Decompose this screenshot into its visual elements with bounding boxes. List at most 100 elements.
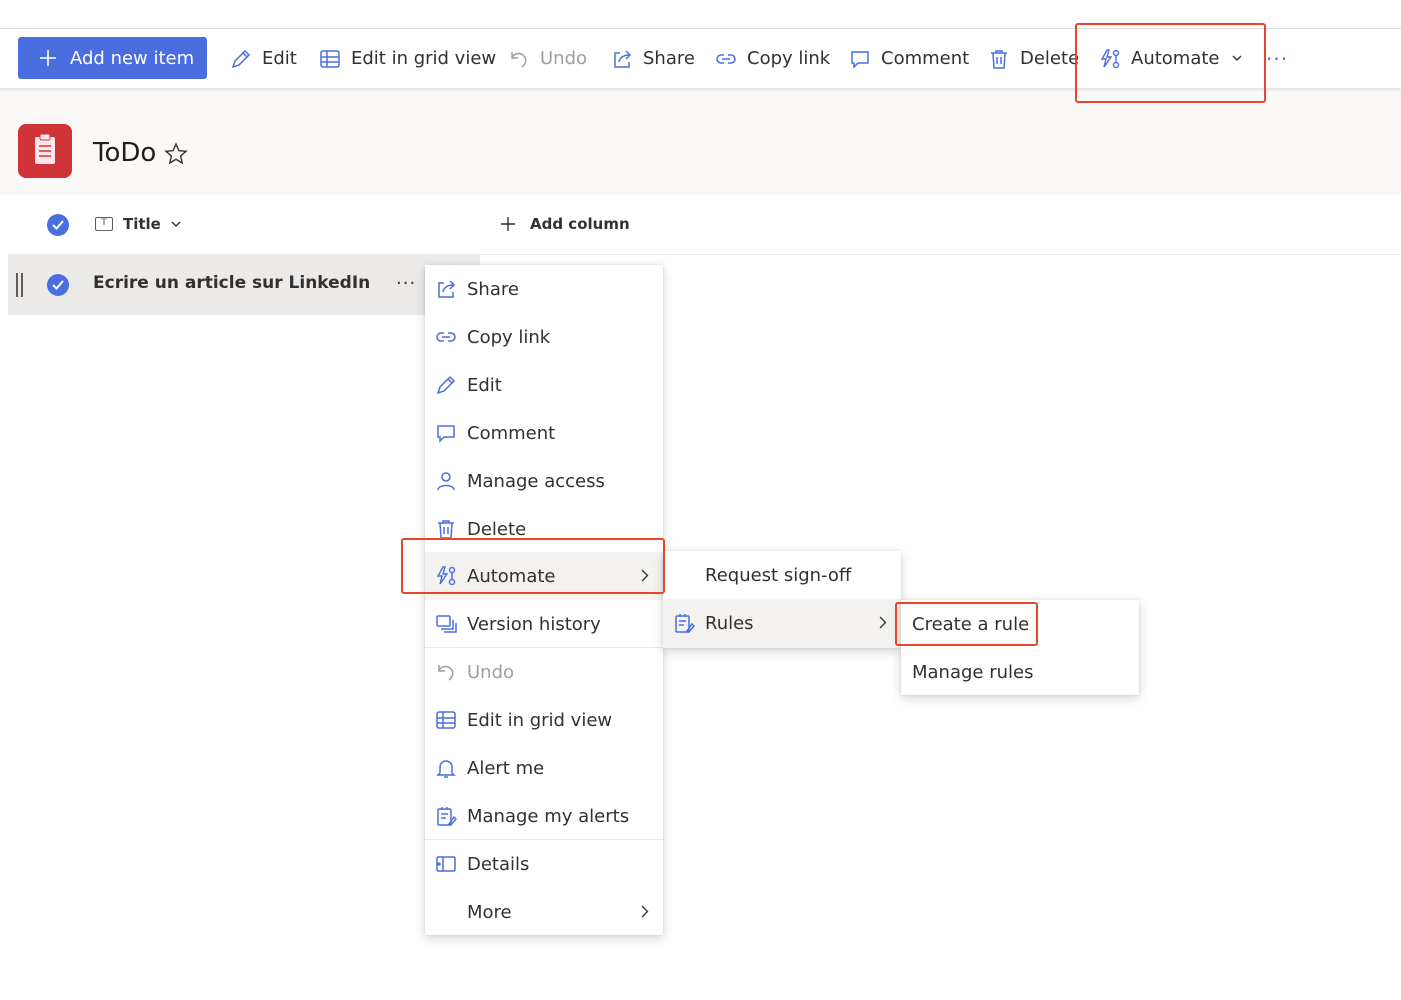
select-all-checkbox[interactable]: [47, 214, 69, 236]
automate-label: Automate: [1131, 48, 1220, 69]
top-strip: [0, 0, 1401, 29]
menu-item-more[interactable]: More: [425, 888, 663, 936]
chevron-right-icon: [641, 569, 649, 582]
checkmark-icon: [52, 220, 64, 230]
automate-icon: [436, 566, 456, 586]
add-column-button[interactable]: Add column: [500, 215, 630, 233]
rules-submenu: Create a rule Manage rules: [901, 600, 1139, 695]
copy-link-button[interactable]: Copy link: [715, 29, 830, 88]
menu-item-automate[interactable]: Automate: [425, 552, 663, 600]
chevron-down-icon: [171, 221, 181, 227]
menu-item-create-rule[interactable]: Create a rule: [901, 600, 1139, 648]
context-menu: Share Copy link Edit Comment Manage acce…: [425, 265, 663, 935]
menu-item-manage-access[interactable]: Manage access: [425, 457, 663, 505]
pencil-icon: [436, 375, 456, 395]
menu-item-details[interactable]: Details: [425, 840, 663, 888]
menu-item-manage-rules[interactable]: Manage rules: [901, 648, 1139, 696]
grid-icon: [436, 711, 456, 729]
share-button[interactable]: Share: [611, 29, 695, 88]
menu-item-alert-me[interactable]: Alert me: [425, 744, 663, 792]
menu-item-label: Delete: [467, 518, 527, 540]
link-icon: [716, 53, 736, 64]
details-icon: [436, 856, 456, 872]
menu-item-share[interactable]: Share: [425, 265, 663, 313]
undo-icon: [511, 51, 527, 68]
menu-item-manage-alerts[interactable]: Manage my alerts: [425, 792, 663, 840]
menu-item-label: Edit: [467, 374, 502, 396]
edit-grid-button[interactable]: Edit in grid view: [319, 29, 496, 88]
comment-icon: [851, 50, 869, 69]
list-header: [0, 88, 1401, 195]
star-icon[interactable]: [164, 142, 188, 166]
automate-dropdown[interactable]: Automate: [1099, 29, 1242, 88]
chevron-right-icon: [641, 905, 649, 918]
delete-button[interactable]: Delete: [988, 29, 1079, 88]
menu-item-copy-link[interactable]: Copy link: [425, 313, 663, 361]
add-new-item-label: Add new item: [70, 47, 195, 69]
link-icon: [436, 332, 456, 342]
automate-icon: [1100, 48, 1120, 68]
menu-item-undo[interactable]: Undo: [425, 648, 663, 696]
menu-item-label: Request sign-off: [705, 564, 852, 586]
chevron-down-icon: [1232, 55, 1241, 61]
comment-button[interactable]: Comment: [849, 29, 969, 88]
menu-item-version-history[interactable]: Version history: [425, 600, 663, 648]
trash-icon: [991, 49, 1007, 69]
edit-button[interactable]: Edit: [230, 29, 297, 88]
page-title: ToDo: [93, 138, 157, 168]
menu-item-label: Manage rules: [912, 661, 1034, 683]
add-column-label: Add column: [530, 215, 630, 233]
checkmark-icon: [52, 280, 64, 290]
menu-item-comment[interactable]: Comment: [425, 409, 663, 457]
share-icon: [614, 49, 632, 68]
menu-item-label: Version history: [467, 613, 601, 635]
person-icon: [437, 472, 455, 491]
undo-button[interactable]: Undo: [508, 29, 587, 88]
pencil-icon: [231, 49, 251, 68]
rules-icon: [675, 614, 695, 633]
share-icon: [438, 280, 456, 298]
copy-link-label: Copy link: [747, 48, 831, 69]
menu-item-label: Details: [467, 853, 530, 875]
undo-icon: [438, 665, 454, 681]
menu-item-label: Undo: [467, 661, 515, 683]
command-bar: Edit Edit in grid view Undo Share Copy l…: [0, 29, 1401, 88]
row-more-button[interactable]: ···: [396, 273, 416, 294]
bell-icon: [436, 760, 456, 778]
text-field-icon: T: [95, 217, 113, 231]
edit-label: Edit: [262, 48, 297, 69]
chevron-right-icon: [879, 616, 887, 629]
automate-submenu: Request sign-off Rules: [663, 551, 901, 648]
menu-item-edit[interactable]: Edit: [425, 361, 663, 409]
more-actions-button[interactable]: ···: [1266, 29, 1288, 88]
list-logo-icon: [18, 124, 72, 178]
column-header-row: T Title Add column: [8, 195, 1401, 255]
trash-icon: [438, 520, 454, 539]
menu-item-request-sign-off[interactable]: Request sign-off: [663, 551, 901, 599]
menu-item-edit-grid[interactable]: Edit in grid view: [425, 696, 663, 744]
version-history-icon: [436, 615, 457, 633]
add-new-item-button[interactable]: Add new item: [18, 37, 207, 79]
menu-item-label: Edit in grid view: [467, 709, 613, 731]
menu-item-rules[interactable]: Rules: [663, 599, 901, 648]
delete-label: Delete: [1020, 48, 1080, 69]
menu-item-label: Rules: [705, 613, 754, 634]
menu-item-label: More: [467, 901, 512, 923]
plus-icon: [40, 50, 56, 66]
menu-item-label: Manage my alerts: [467, 805, 630, 827]
menu-item-delete[interactable]: Delete: [425, 505, 663, 553]
drag-handle[interactable]: [16, 273, 23, 297]
share-label: Share: [643, 48, 695, 69]
title-column-label: Title: [123, 215, 161, 233]
row-title[interactable]: Ecrire un article sur LinkedIn: [93, 273, 370, 293]
table-row[interactable]: Ecrire un article sur LinkedIn ···: [8, 255, 480, 315]
row-checkbox[interactable]: [47, 274, 69, 296]
menu-item-label: Alert me: [467, 757, 545, 779]
menu-item-label: Copy link: [467, 326, 551, 348]
menu-item-label: Comment: [467, 422, 556, 444]
edit-grid-label: Edit in grid view: [351, 48, 497, 69]
title-column-header[interactable]: T Title: [95, 215, 181, 233]
comment-icon: [437, 425, 455, 443]
menu-item-label: Manage access: [467, 470, 605, 492]
comment-label: Comment: [881, 48, 970, 69]
